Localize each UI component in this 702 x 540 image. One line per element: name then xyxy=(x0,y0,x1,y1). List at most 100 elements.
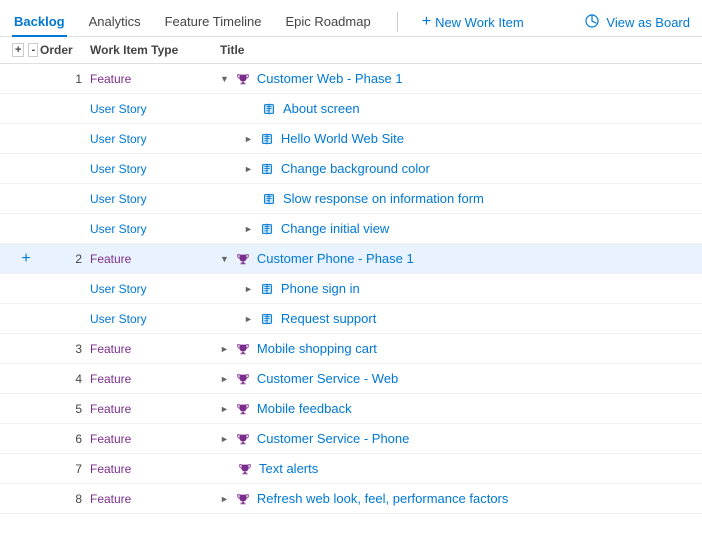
row-order: 8 xyxy=(40,492,90,506)
row-title-text[interactable]: Customer Service - Web xyxy=(257,371,398,386)
table-row: 3Feature► Mobile shopping cart xyxy=(0,334,702,364)
row-title-cell: About screen xyxy=(220,101,690,117)
row-work-item-type: Feature xyxy=(90,252,220,266)
expand-icon[interactable]: ► xyxy=(244,164,253,174)
collapse-all-icon[interactable]: - xyxy=(28,43,38,57)
row-title-cell: Slow response on information form xyxy=(220,191,690,207)
row-title-text[interactable]: Request support xyxy=(281,311,376,326)
new-work-item-label: New Work Item xyxy=(435,15,524,30)
row-work-item-type: User Story xyxy=(90,192,220,206)
expand-icon[interactable]: ► xyxy=(244,314,253,324)
row-title-cell: ► Phone sign in xyxy=(220,281,690,297)
row-title-cell: ► Change background color xyxy=(220,161,690,177)
work-item-type-header: Work Item Type xyxy=(90,43,220,57)
row-work-item-type: User Story xyxy=(90,312,220,326)
row-title-text[interactable]: Customer Phone - Phase 1 xyxy=(257,251,414,266)
row-title-cell: ▼ Customer Web - Phase 1 xyxy=(220,71,690,87)
expand-icon[interactable]: ► xyxy=(220,344,229,354)
table-row: 4Feature► Customer Service - Web xyxy=(0,364,702,394)
story-icon xyxy=(260,281,277,297)
row-title-text[interactable]: Change background color xyxy=(281,161,430,176)
new-work-item-button[interactable]: + New Work Item xyxy=(422,13,524,31)
expand-icon[interactable]: ► xyxy=(220,434,229,444)
header-expand-icons[interactable]: + - xyxy=(12,43,40,57)
row-title-cell: ► Refresh web look, feel, performance fa… xyxy=(220,491,690,507)
row-title-text[interactable]: Slow response on information form xyxy=(283,191,484,206)
expand-icon[interactable]: ► xyxy=(220,494,229,504)
backlog-table: + - Order Work Item Type Title 1Feature▼… xyxy=(0,37,702,514)
expand-icon[interactable]: ► xyxy=(244,284,253,294)
row-order: 7 xyxy=(40,462,90,476)
nav-epic-roadmap[interactable]: Epic Roadmap xyxy=(283,8,372,37)
row-work-item-type: User Story xyxy=(90,282,220,296)
row-title-text[interactable]: Phone sign in xyxy=(281,281,360,296)
row-title-text[interactable]: Customer Web - Phase 1 xyxy=(257,71,403,86)
story-icon xyxy=(262,191,279,207)
row-title-text[interactable]: Text alerts xyxy=(259,461,318,476)
trophy-icon xyxy=(236,371,253,387)
row-order: 5 xyxy=(40,402,90,416)
collapse-icon[interactable]: ▼ xyxy=(220,74,229,84)
row-work-item-type: Feature xyxy=(90,462,220,476)
expand-icon[interactable]: ► xyxy=(220,374,229,384)
table-row: User Story Slow response on information … xyxy=(0,184,702,214)
row-title-text[interactable]: Refresh web look, feel, performance fact… xyxy=(257,491,508,506)
add-icon[interactable]: + xyxy=(21,251,30,267)
row-title-text[interactable]: Mobile shopping cart xyxy=(257,341,377,356)
expand-icon[interactable]: ► xyxy=(244,224,253,234)
story-icon xyxy=(260,311,277,327)
row-title-text[interactable]: Mobile feedback xyxy=(257,401,352,416)
table-row: 1Feature▼ Customer Web - Phase 1 xyxy=(0,64,702,94)
trophy-icon xyxy=(236,251,253,267)
row-title-cell: ► Mobile shopping cart xyxy=(220,341,690,357)
row-order: 4 xyxy=(40,372,90,386)
nav-analytics[interactable]: Analytics xyxy=(87,8,143,37)
table-row: 8Feature► Refresh web look, feel, perfor… xyxy=(0,484,702,514)
row-title-text[interactable]: Customer Service - Phone xyxy=(257,431,409,446)
row-title-cell: ► Change initial view xyxy=(220,221,690,237)
table-rows-container: 1Feature▼ Customer Web - Phase 1 User Sto… xyxy=(0,64,702,514)
row-title-cell: ► Request support xyxy=(220,311,690,327)
table-row: User Story ► Hello World Web Site xyxy=(0,124,702,154)
table-row: 5Feature► Mobile feedback xyxy=(0,394,702,424)
table-header: + - Order Work Item Type Title xyxy=(0,37,702,64)
trophy-icon xyxy=(236,71,253,87)
row-work-item-type: Feature xyxy=(90,72,220,86)
view-as-board-label: View as Board xyxy=(606,15,690,30)
row-work-item-type: User Story xyxy=(90,162,220,176)
nav-feature-timeline[interactable]: Feature Timeline xyxy=(163,8,264,37)
story-icon xyxy=(262,101,279,117)
plus-icon: + xyxy=(422,13,431,31)
row-work-item-type: User Story xyxy=(90,102,220,116)
title-header: Title xyxy=(220,43,690,57)
row-add-button[interactable]: + xyxy=(12,251,40,267)
row-title-text[interactable]: Hello World Web Site xyxy=(281,131,404,146)
collapse-icon[interactable]: ▼ xyxy=(220,254,229,264)
row-work-item-type: User Story xyxy=(90,132,220,146)
expand-all-icon[interactable]: + xyxy=(12,43,24,57)
expand-icon[interactable]: ► xyxy=(220,404,229,414)
row-work-item-type: Feature xyxy=(90,372,220,386)
row-work-item-type: Feature xyxy=(90,402,220,416)
row-title-cell: ▼ Customer Phone - Phase 1 xyxy=(220,251,690,267)
row-title-cell: Text alerts xyxy=(220,461,690,477)
row-title-text[interactable]: About screen xyxy=(283,101,360,116)
row-work-item-type: User Story xyxy=(90,222,220,236)
order-header: Order xyxy=(40,43,90,57)
expand-icon[interactable]: ► xyxy=(244,134,253,144)
nav-backlog[interactable]: Backlog xyxy=(12,8,67,37)
trophy-icon xyxy=(236,491,253,507)
story-icon xyxy=(260,131,277,147)
trophy-icon xyxy=(236,341,253,357)
table-row: User Story► Change initial view xyxy=(0,214,702,244)
row-work-item-type: Feature xyxy=(90,342,220,356)
row-title-cell: ► Mobile feedback xyxy=(220,401,690,417)
row-work-item-type: Feature xyxy=(90,492,220,506)
nav-bar: Backlog Analytics Feature Timeline Epic … xyxy=(0,0,702,37)
row-title-text[interactable]: Change initial view xyxy=(281,221,389,236)
table-row: 6Feature► Customer Service - Phone xyxy=(0,424,702,454)
view-as-board-button[interactable]: View as Board xyxy=(585,14,690,31)
row-title-cell: ► Customer Service - Phone xyxy=(220,431,690,447)
row-work-item-type: Feature xyxy=(90,432,220,446)
table-row: User Story► Phone sign in xyxy=(0,274,702,304)
